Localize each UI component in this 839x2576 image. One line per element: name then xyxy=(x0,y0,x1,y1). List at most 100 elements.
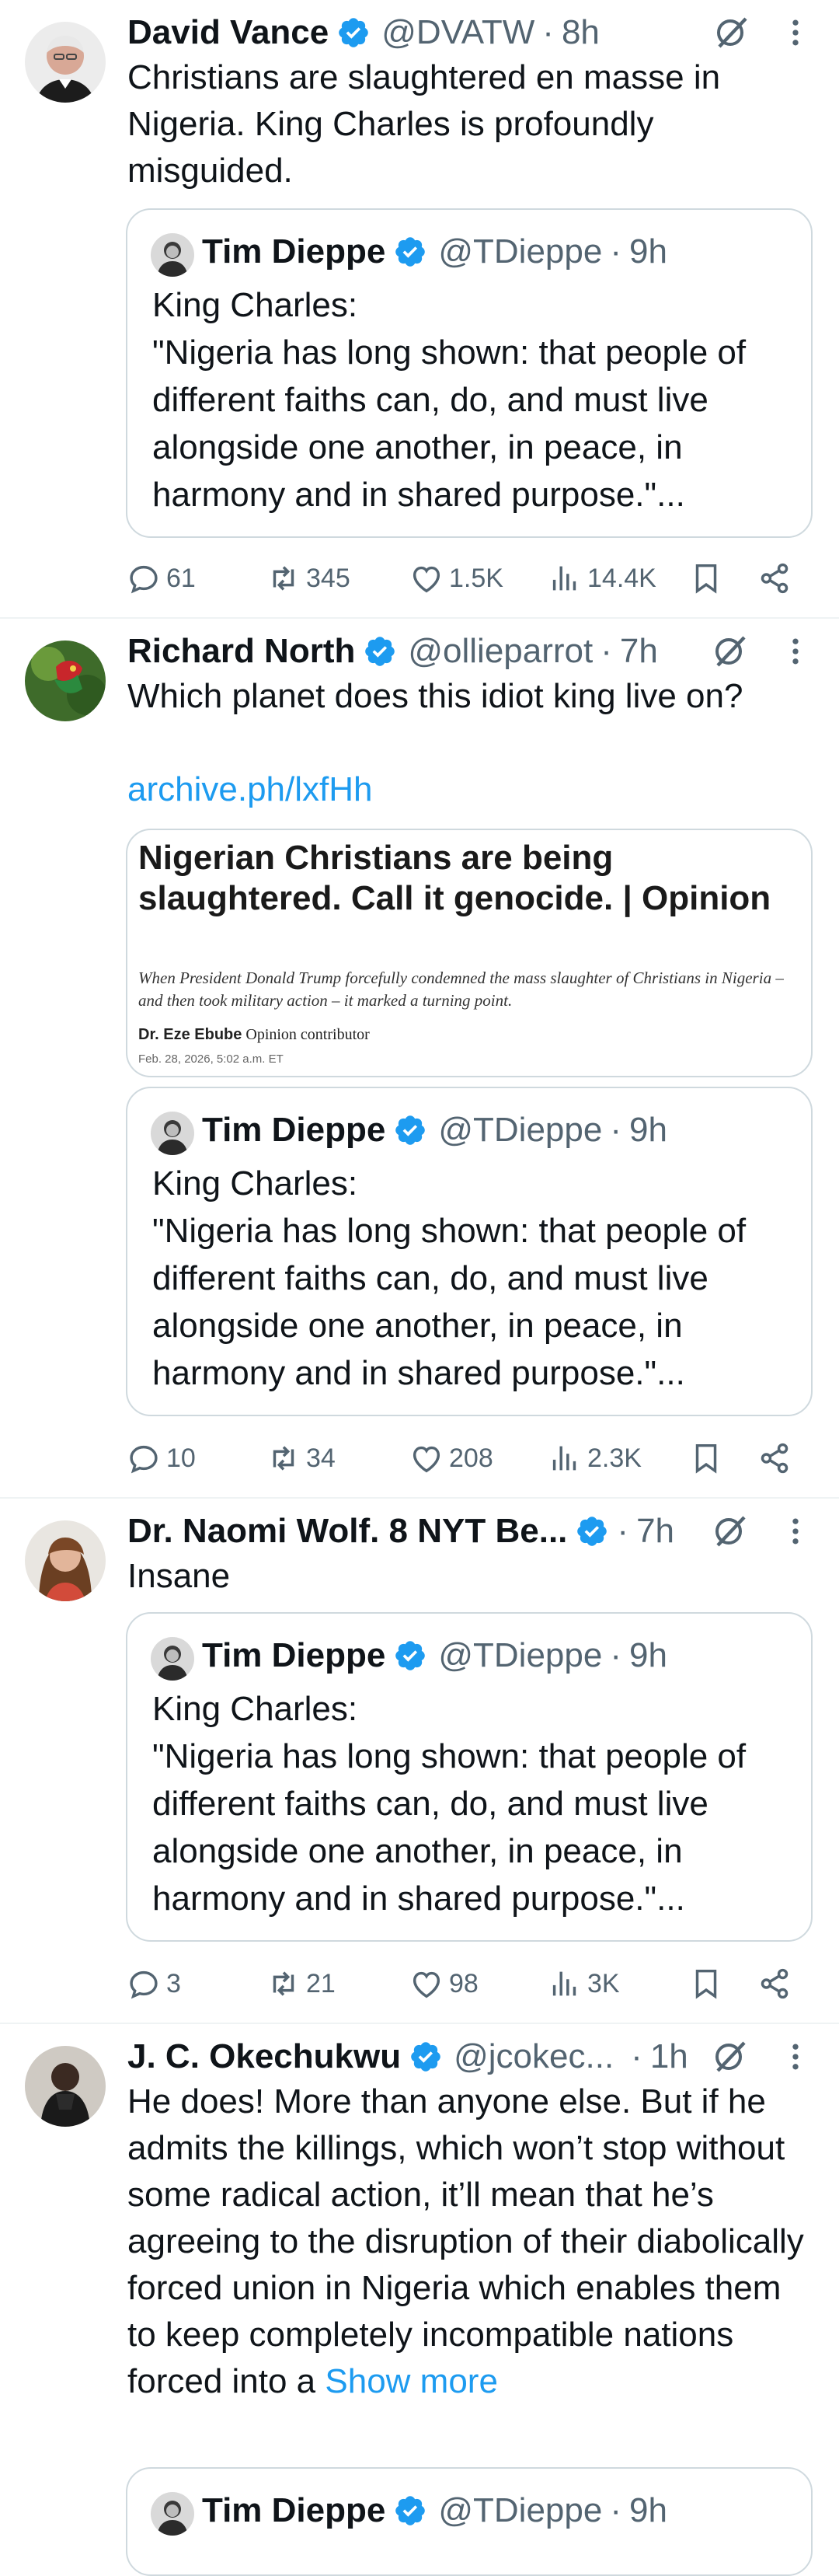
quoted-tweet[interactable]: Tim Dieppe @TDieppe · 9h xyxy=(126,2467,813,2576)
avatar[interactable] xyxy=(25,2046,106,2127)
avatar[interactable] xyxy=(25,641,106,721)
bookmark-button[interactable] xyxy=(688,1435,729,1482)
quote-avatar[interactable] xyxy=(151,1637,194,1681)
reply-count: 10 xyxy=(166,1443,196,1473)
quote-author-name[interactable]: Tim Dieppe xyxy=(202,1111,385,1150)
show-more-link[interactable]: Show more xyxy=(325,2362,498,2400)
author-name[interactable]: Richard North xyxy=(127,632,355,671)
more-icon[interactable] xyxy=(789,1514,802,1548)
verified-badge-icon xyxy=(363,634,397,668)
card-author-name: Dr. Eze Ebube xyxy=(138,1026,242,1043)
verified-badge-icon xyxy=(393,1639,427,1673)
quote-author-handle[interactable]: @TDieppe xyxy=(438,1636,602,1675)
author-handle[interactable]: @DVATW xyxy=(381,13,534,52)
quote-avatar[interactable] xyxy=(151,233,194,277)
tweet-header: Dr. Naomi Wolf. 8 NYT Be... · 7h xyxy=(127,1510,674,1553)
timestamp[interactable]: 7h xyxy=(636,1512,674,1551)
link-preview-card[interactable]: Nigerian Christians are being slaughtere… xyxy=(126,829,813,1077)
quote-author-name[interactable]: Tim Dieppe xyxy=(202,232,385,271)
quote-author-name[interactable]: Tim Dieppe xyxy=(202,1636,385,1675)
views-button[interactable]: 2.3K xyxy=(547,1435,642,1482)
tweet-header: Richard North @ollieparrot · 7h xyxy=(127,630,658,673)
like-count: 98 xyxy=(449,1968,479,1998)
tweet-link[interactable]: archive.ph/lxfHh xyxy=(127,766,811,813)
separator-dot: · xyxy=(617,1512,629,1550)
reply-button[interactable]: 61 xyxy=(126,555,196,602)
reply-button[interactable]: 10 xyxy=(126,1435,196,1482)
like-button[interactable]: 1.5K xyxy=(409,555,503,602)
repost-button[interactable]: 34 xyxy=(266,1435,336,1482)
repost-count: 345 xyxy=(306,563,350,593)
separator-dot: · xyxy=(631,2037,642,2075)
quote-avatar[interactable] xyxy=(151,1112,194,1155)
more-icon[interactable] xyxy=(789,2040,802,2074)
author-name[interactable]: David Vance xyxy=(127,13,329,52)
verified-badge-icon xyxy=(393,2494,427,2528)
timestamp[interactable]: 7h xyxy=(620,632,658,671)
reply-icon xyxy=(126,1966,162,2002)
quote-author-name[interactable]: Tim Dieppe xyxy=(202,2491,385,2530)
quoted-tweet[interactable]: Tim Dieppe @TDieppe · 9h King Charles: "… xyxy=(126,1087,813,1416)
separator-dot: · xyxy=(610,232,621,271)
tweet[interactable]: David Vance @DVATW · 8h Christians are s… xyxy=(0,0,839,617)
verified-badge-icon xyxy=(409,2040,443,2074)
share-icon xyxy=(757,1966,792,2002)
quoted-tweet[interactable]: Tim Dieppe @TDieppe · 9h King Charles: "… xyxy=(126,208,813,538)
more-icon[interactable] xyxy=(789,634,802,668)
share-button[interactable] xyxy=(757,1435,797,1482)
quote-timestamp[interactable]: 9h xyxy=(629,1111,667,1150)
quote-author-handle[interactable]: @TDieppe xyxy=(438,1111,602,1150)
author-name[interactable]: Dr. Naomi Wolf. 8 NYT Be... xyxy=(127,1512,567,1551)
reply-button[interactable]: 3 xyxy=(126,1960,181,2007)
avatar[interactable] xyxy=(25,22,106,103)
grok-icon[interactable] xyxy=(712,1513,749,1550)
like-button[interactable]: 98 xyxy=(409,1960,479,2007)
verified-badge-icon xyxy=(336,16,371,50)
quote-text: King Charles: "Nigeria has long shown: t… xyxy=(152,286,747,514)
timestamp[interactable]: 1h xyxy=(650,2037,688,2076)
share-button[interactable] xyxy=(757,555,797,602)
author-handle[interactable]: @jcokec... xyxy=(454,2037,614,2076)
more-icon[interactable] xyxy=(789,16,802,50)
quote-text: King Charles: "Nigeria has long shown: t… xyxy=(152,1164,747,1392)
tweet[interactable]: Richard North @ollieparrot · 7h Which pl… xyxy=(0,619,839,1497)
reply-icon xyxy=(126,560,162,596)
quote-timestamp[interactable]: 9h xyxy=(629,1636,667,1675)
views-icon xyxy=(547,560,583,596)
author-handle[interactable]: @ollieparrot xyxy=(408,632,593,671)
bookmark-button[interactable] xyxy=(688,1960,729,2007)
quote-timestamp[interactable]: 9h xyxy=(629,232,667,271)
grok-icon[interactable] xyxy=(712,633,749,670)
bookmark-icon xyxy=(688,1966,724,2002)
bookmark-button[interactable] xyxy=(688,555,729,602)
views-button[interactable]: 14.4K xyxy=(547,555,656,602)
grok-icon[interactable] xyxy=(713,14,750,51)
avatar[interactable] xyxy=(25,1520,106,1601)
repost-button[interactable]: 345 xyxy=(266,555,350,602)
tweet[interactable]: J. C. Okechukwu @jcokec... · 1h He does!… xyxy=(0,2024,839,2576)
tweet-text: Christians are slaughtered en masse in N… xyxy=(127,58,730,190)
quote-author-handle[interactable]: @TDieppe xyxy=(438,232,602,271)
repost-count: 21 xyxy=(306,1968,336,1998)
tweet-text: He does! More than anyone else. But if h… xyxy=(127,2079,811,2405)
timestamp[interactable]: 8h xyxy=(562,13,600,52)
separator-dot: · xyxy=(610,1111,621,1149)
action-bar: 3 21 98 3K xyxy=(126,1960,809,2007)
like-button[interactable]: 208 xyxy=(409,1435,493,1482)
quoted-tweet[interactable]: Tim Dieppe @TDieppe · 9h King Charles: "… xyxy=(126,1612,813,1942)
like-icon xyxy=(409,560,444,596)
share-button[interactable] xyxy=(757,1960,797,2007)
tweet[interactable]: Dr. Naomi Wolf. 8 NYT Be... · 7h Insane … xyxy=(0,1499,839,2023)
view-count: 2.3K xyxy=(587,1443,642,1473)
author-name[interactable]: J. C. Okechukwu xyxy=(127,2037,401,2076)
quote-text: King Charles: "Nigeria has long shown: t… xyxy=(152,1690,747,1918)
quote-timestamp[interactable]: 9h xyxy=(629,2491,667,2530)
views-button[interactable]: 3K xyxy=(547,1960,620,2007)
like-count: 208 xyxy=(449,1443,493,1473)
grok-icon[interactable] xyxy=(712,2038,749,2075)
quote-author-handle[interactable]: @TDieppe xyxy=(438,2491,602,2530)
repost-icon xyxy=(266,1440,301,1476)
repost-button[interactable]: 21 xyxy=(266,1960,336,2007)
quote-avatar[interactable] xyxy=(151,2492,194,2536)
tweet-header: David Vance @DVATW · 8h xyxy=(127,11,600,54)
